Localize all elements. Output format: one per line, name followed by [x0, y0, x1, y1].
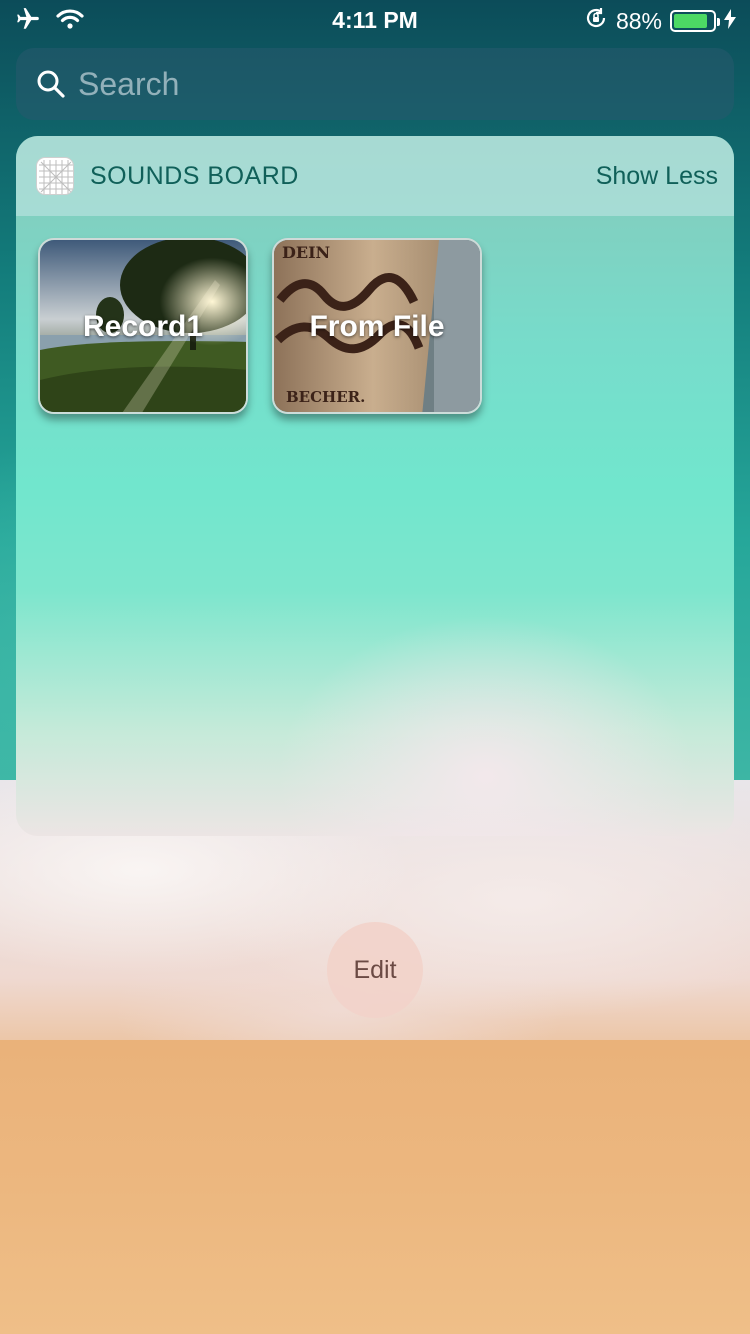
battery-fill: [674, 14, 708, 28]
charging-icon: [724, 8, 736, 35]
edit-button[interactable]: Edit: [327, 922, 423, 1018]
sound-tiles: Record1 DEIN BECHER. From File: [38, 238, 482, 414]
sound-tile-from-file[interactable]: DEIN BECHER. From File: [272, 238, 482, 414]
rotation-lock-icon: [584, 6, 608, 36]
tile-label: Record1: [82, 310, 204, 343]
sound-tile-record1[interactable]: Record1: [38, 238, 248, 414]
widget-title: SOUNDS BOARD: [90, 161, 299, 190]
tile-label: From File: [309, 310, 445, 343]
sounds-board-app-icon: [36, 157, 74, 195]
show-less-button[interactable]: Show Less: [596, 162, 718, 191]
search-icon: [36, 69, 66, 99]
status-bar: 4:11 PM 88%: [0, 0, 750, 40]
battery-icon: [670, 10, 720, 32]
search-bar[interactable]: [16, 48, 734, 120]
svg-text:BECHER.: BECHER.: [286, 388, 365, 406]
search-input[interactable]: [78, 65, 678, 103]
svg-text:DEIN: DEIN: [282, 243, 330, 262]
widget-header: SOUNDS BOARD Show Less: [16, 136, 734, 216]
battery-percent: 88%: [615, 7, 662, 34]
status-right: 88%: [584, 6, 736, 36]
sounds-board-widget: SOUNDS BOARD Show Less Record1 DEIN BECH…: [16, 136, 734, 836]
wallpaper-sand: [0, 1040, 750, 1334]
battery-cap: [717, 18, 720, 26]
